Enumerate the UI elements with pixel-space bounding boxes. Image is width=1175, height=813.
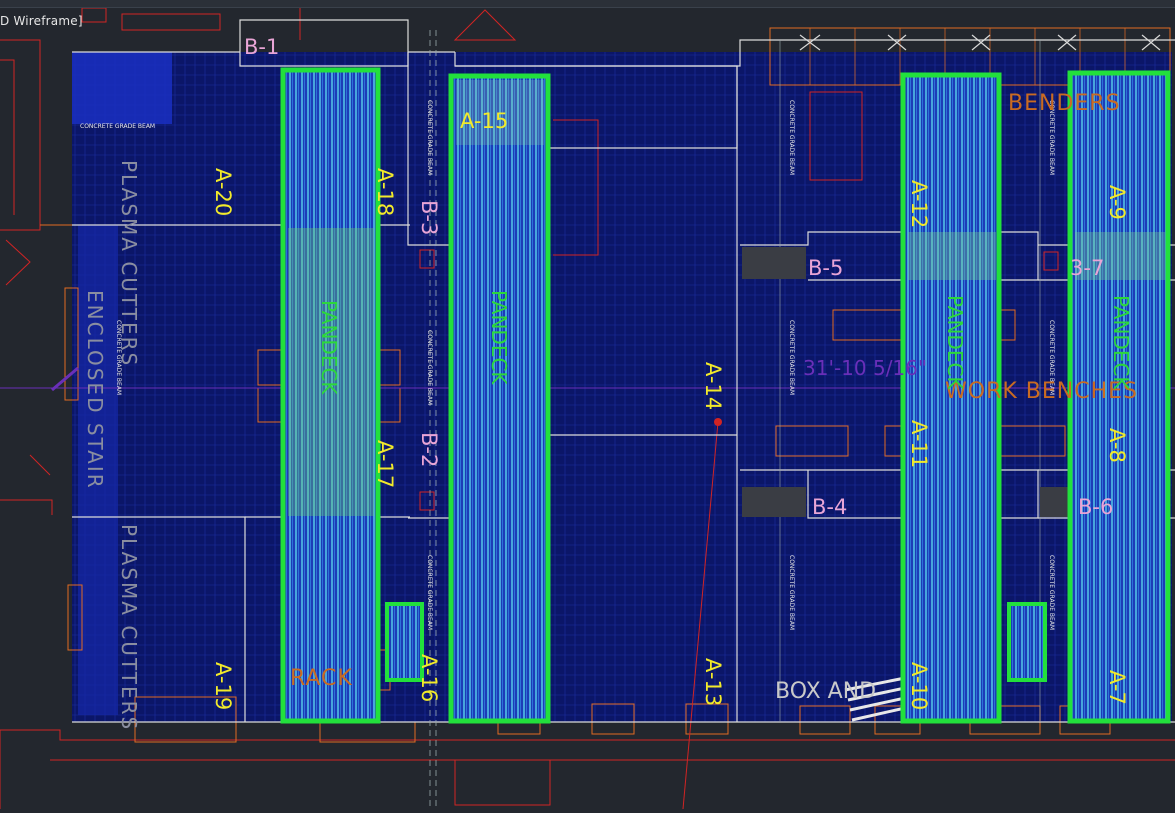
bay-label-a15: A-15 bbox=[460, 109, 508, 133]
beam-label-b6: B-6 bbox=[1078, 495, 1113, 519]
pandeck-zone-small-left bbox=[385, 602, 424, 682]
bay-label-a18: A-18 bbox=[373, 168, 397, 216]
bay-label-a7: A-7 bbox=[1105, 670, 1129, 705]
beam-label-b7: 3-7 bbox=[1070, 256, 1104, 280]
pandeck-zone-small-right bbox=[1007, 602, 1047, 682]
beam-label-b2: B-2 bbox=[417, 432, 441, 467]
concrete-grade-beam-label: CONCRETE GRADE BEAM bbox=[788, 320, 795, 395]
concrete-grade-beam-label: CONCRETE GRADE BEAM bbox=[426, 555, 433, 630]
concrete-grade-beam-label: CONCRETE GRADE BEAM bbox=[788, 555, 795, 630]
concrete-grade-beam-label: CONCRETE GRADE BEAM bbox=[1048, 555, 1055, 630]
floor-plan-drawing[interactable]: CONCRETE GRADE BEAM CONCRETE GRADE BEAM … bbox=[0, 0, 1175, 810]
pandeck-zone-a15 bbox=[448, 73, 551, 724]
bay-label-a19: A-19 bbox=[211, 662, 235, 710]
bay-label-a17: A-17 bbox=[373, 440, 397, 488]
rack-label: RACK bbox=[290, 666, 353, 691]
top-toolbar-strip bbox=[0, 0, 1175, 8]
beam-label-b4: B-4 bbox=[812, 495, 847, 519]
pandeck-label: PANDECK bbox=[317, 300, 341, 395]
pandeck-label: PANDECK bbox=[943, 295, 967, 390]
bay-label-a14: A-14 bbox=[701, 362, 725, 410]
beam-label-b3: B-3 bbox=[417, 200, 441, 235]
benders-label: BENDERS bbox=[1008, 91, 1121, 116]
cad-viewport[interactable]: CONCRETE GRADE BEAM CONCRETE GRADE BEAM … bbox=[0, 0, 1175, 810]
plasma-cutters-bottom-label: PLASMA CUTTERS bbox=[117, 524, 141, 731]
bay-label-a10: A-10 bbox=[907, 662, 931, 710]
concrete-grade-beam-label: CONCRETE GRADE BEAM bbox=[788, 100, 795, 175]
pandeck-label: PANDECK bbox=[1109, 295, 1133, 390]
dimension-label: 31'-10 5/16" bbox=[803, 356, 927, 380]
visual-style-label[interactable]: D Wireframe] bbox=[0, 14, 83, 28]
concrete-grade-beam-label: CONCRETE GRADE BEAM bbox=[426, 100, 433, 175]
bay-label-a11: A-11 bbox=[907, 420, 931, 468]
bay-label-a16: A-16 bbox=[417, 654, 441, 702]
beam-label-b1: B-1 bbox=[244, 35, 279, 59]
concrete-grade-beam-label: CONCRETE GRADE BEAM bbox=[80, 123, 155, 130]
concrete-grade-beam-label: CONCRETE GRADE BEAM bbox=[426, 330, 433, 405]
bay-label-a13: A-13 bbox=[701, 658, 725, 706]
plasma-cutters-top-label: PLASMA CUTTERS bbox=[117, 160, 141, 367]
box-and-label: BOX AND bbox=[775, 679, 876, 704]
bay-label-a20: A-20 bbox=[211, 168, 235, 216]
bay-label-a12: A-12 bbox=[907, 180, 931, 228]
enclosed-stair-label: ENCLOSED STAIR bbox=[83, 290, 107, 490]
bay-label-a9: A-9 bbox=[1105, 185, 1129, 220]
pandeck-label: PANDECK bbox=[487, 290, 511, 385]
beam-label-b5: B-5 bbox=[808, 256, 843, 280]
bay-label-a8: A-8 bbox=[1105, 428, 1129, 463]
